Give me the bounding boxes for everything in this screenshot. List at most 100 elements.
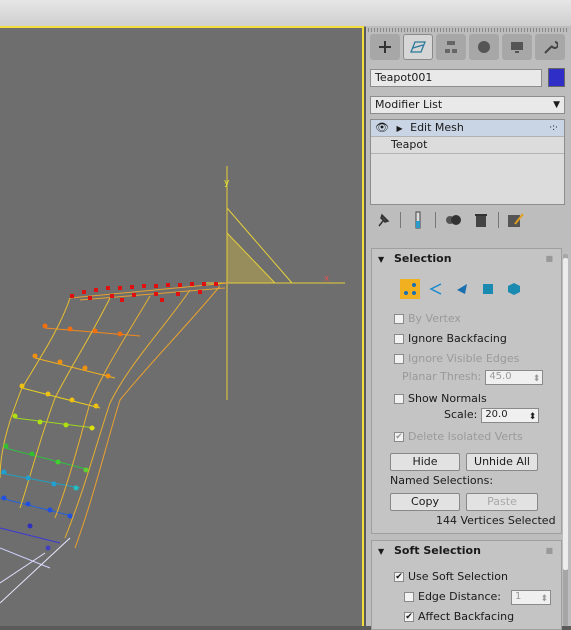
edge-mode-button[interactable]	[426, 279, 446, 299]
soft-selection-title: Soft Selection	[394, 544, 481, 557]
subobject-level-buttons	[400, 279, 524, 299]
vertex-icon	[404, 283, 416, 295]
affect-backfacing-checkbox[interactable]: ✔ Affect Backfacing	[404, 609, 514, 625]
modifier-stack: 👁 ▶ Edit Mesh ·:· Teapot	[370, 119, 565, 205]
modifier-list-dropdown[interactable]: Modifier List ▼	[370, 96, 565, 114]
selection-rollout-header[interactable]: ▼ Selection ■	[372, 249, 561, 269]
checkbox-box[interactable]: ✔	[394, 572, 404, 582]
checkbox-box[interactable]	[404, 592, 414, 602]
element-mode-button[interactable]	[504, 279, 524, 299]
checkbox-box[interactable]	[394, 394, 404, 404]
paste-button[interactable]: Paste	[466, 493, 538, 511]
axis-x-label: x	[324, 274, 330, 284]
soft-selection-rollout: ▼ Soft Selection ■ ✔ Use Soft Selection …	[371, 540, 562, 630]
motion-tab[interactable]	[469, 34, 499, 60]
affect-backfacing-label: Affect Backfacing	[418, 610, 515, 623]
hierarchy-icon	[445, 41, 457, 53]
make-unique-button[interactable]	[442, 209, 464, 231]
stack-toolbar	[372, 206, 567, 234]
checkbox-box[interactable]	[394, 354, 404, 364]
dropdown-arrow-icon: ▼	[553, 100, 560, 110]
pin-stack-button[interactable]	[372, 209, 394, 231]
create-tab[interactable]	[370, 34, 400, 60]
collapse-arrow-icon: ▼	[378, 547, 385, 556]
hide-button[interactable]: Hide	[390, 453, 460, 471]
copy-button[interactable]: Copy	[390, 493, 460, 511]
object-color-swatch[interactable]	[548, 68, 565, 87]
use-soft-selection-checkbox[interactable]: ✔ Use Soft Selection	[394, 569, 508, 585]
separator	[498, 212, 499, 228]
scale-value: 20.0	[485, 409, 508, 420]
scale-spinner[interactable]: 20.0 ⬍	[481, 407, 540, 425]
show-end-result-button[interactable]	[407, 209, 429, 231]
collapse-arrow-icon: ▼	[378, 255, 385, 264]
element-icon	[508, 283, 520, 295]
face-mode-button[interactable]	[452, 279, 472, 299]
vertex-mode-button[interactable]	[400, 279, 420, 299]
unhide-all-button[interactable]: Unhide All	[466, 453, 538, 471]
polygon-mode-button[interactable]	[478, 279, 498, 299]
display-tab[interactable]	[502, 34, 532, 60]
edge-distance-spinner[interactable]: 1 ⬍	[510, 589, 551, 607]
subobject-icon: ·:·	[549, 123, 558, 133]
viewport[interactable]: y x	[0, 26, 364, 626]
motion-icon	[478, 41, 490, 53]
axis-y-label: y	[224, 178, 230, 188]
title-bar	[0, 0, 571, 27]
named-selections-label: Named Selections:	[390, 474, 494, 487]
expand-arrow-icon[interactable]: ▶	[396, 124, 402, 133]
checkbox-box[interactable]	[394, 334, 404, 344]
stack-item-edit-mesh[interactable]: 👁 ▶ Edit Mesh ·:·	[371, 120, 564, 137]
planar-thresh-value: 45.0	[489, 371, 512, 382]
modify-icon	[410, 41, 426, 53]
ignore-backfacing-checkbox[interactable]: Ignore Backfacing	[394, 331, 507, 347]
delete-isolated-checkbox[interactable]: ✔ Delete Isolated Verts	[394, 429, 523, 445]
delete-isolated-label: Delete Isolated Verts	[408, 430, 523, 443]
panel-grip[interactable]	[368, 28, 568, 32]
stack-item-label: Edit Mesh	[410, 121, 464, 134]
hierarchy-tab[interactable]	[436, 34, 466, 60]
rollout-dot-icon: ■	[545, 254, 553, 263]
spinner-arrows-icon[interactable]: ⬍	[533, 371, 541, 387]
panel-scrollbar-thumb[interactable]	[563, 258, 568, 570]
modify-tab[interactable]	[403, 34, 433, 60]
selection-status: 144 Vertices Selected	[436, 514, 556, 527]
spinner-arrows-icon[interactable]: ⬍	[529, 409, 537, 425]
command-panel: Teapot001 Modifier List ▼ 👁 ▶ Edit Mesh …	[366, 26, 571, 630]
checkbox-box[interactable]: ✔	[394, 432, 404, 442]
by-vertex-checkbox[interactable]: By Vertex	[394, 311, 461, 327]
test-tube-icon	[415, 211, 421, 229]
configure-modifier-sets-button[interactable]	[505, 209, 527, 231]
scale-row: Scale: 20.0 ⬍	[444, 407, 540, 425]
scale-label: Scale:	[444, 408, 478, 421]
by-vertex-label: By Vertex	[408, 312, 461, 325]
checkbox-box[interactable]	[394, 314, 404, 324]
plus-icon	[379, 41, 391, 53]
ignore-backfacing-label: Ignore Backfacing	[408, 332, 507, 345]
stack-item-teapot[interactable]: Teapot	[371, 137, 564, 154]
face-icon	[457, 284, 467, 294]
pin-icon	[378, 213, 390, 227]
selection-title: Selection	[394, 252, 452, 265]
planar-thresh-row: Planar Thresh: 45.0 ⬍	[402, 369, 544, 387]
eye-icon[interactable]: 👁	[375, 121, 389, 134]
spinner-arrows-icon[interactable]: ⬍	[540, 591, 548, 607]
checkbox-box[interactable]: ✔	[404, 612, 414, 622]
separator	[400, 212, 401, 228]
separator	[435, 212, 436, 228]
planar-thresh-spinner[interactable]: 45.0 ⬍	[485, 369, 544, 387]
soft-selection-rollout-header[interactable]: ▼ Soft Selection ■	[372, 541, 561, 561]
viewport-mesh: y x	[0, 166, 345, 604]
remove-modifier-button[interactable]	[470, 209, 492, 231]
ignore-visible-edges-checkbox[interactable]: Ignore Visible Edges	[394, 351, 519, 367]
stack-item-label: Teapot	[391, 138, 428, 151]
command-panel-tabs	[370, 34, 568, 62]
configure-icon	[508, 213, 524, 227]
display-icon	[511, 42, 523, 53]
utilities-tab[interactable]	[535, 34, 565, 60]
object-name-field[interactable]: Teapot001	[370, 69, 542, 87]
ignore-visible-edges-label: Ignore Visible Edges	[408, 352, 520, 365]
edge-distance-value: 1	[514, 591, 522, 602]
polygon-icon	[483, 284, 493, 294]
show-normals-checkbox[interactable]: Show Normals	[394, 391, 487, 407]
